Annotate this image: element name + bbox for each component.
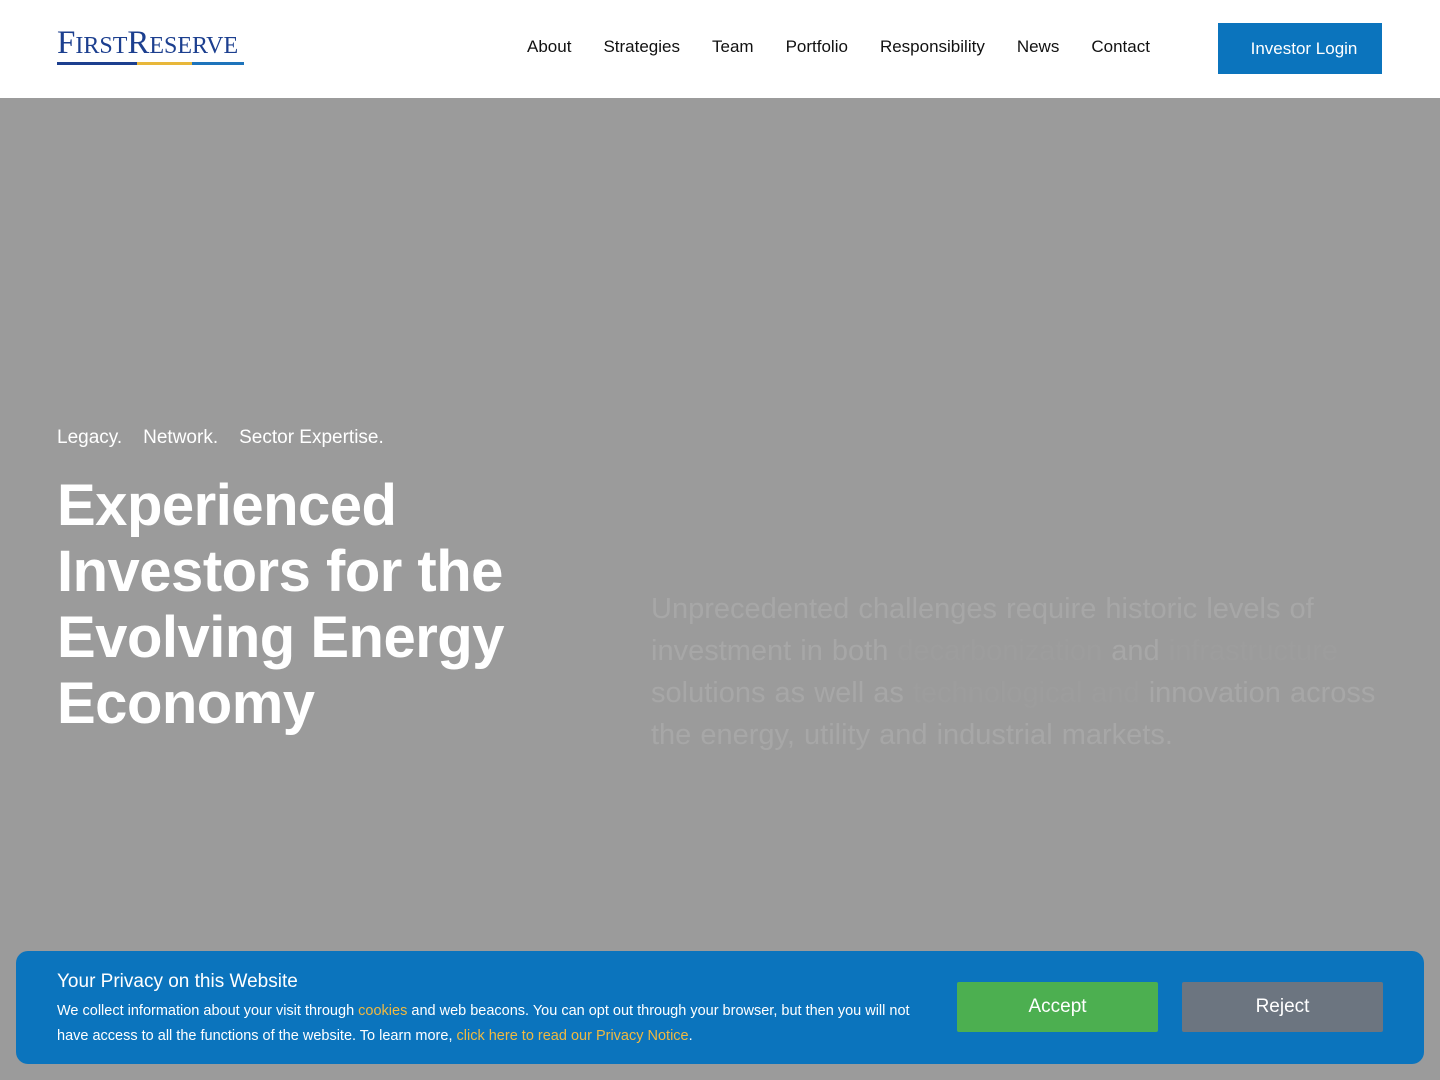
cookies-link[interactable]: cookies xyxy=(358,1003,407,1019)
site-header: FIRSTRESERVE About Strategies Team Portf… xyxy=(0,0,1440,98)
tagline-network: Network. xyxy=(143,427,219,448)
main-nav: About Strategies Team Portfolio Responsi… xyxy=(527,36,1182,60)
cookie-text: We collect information about your visit … xyxy=(57,1003,910,1044)
hero-description: Unprecedented challenges require histori… xyxy=(651,593,1376,751)
tagline-sector-expertise: Sector Expertise. xyxy=(239,427,384,448)
logo-wordmark: FIRSTRESERVE xyxy=(57,25,239,61)
first-reserve-logo[interactable]: FIRSTRESERVE xyxy=(57,25,247,70)
privacy-notice-link[interactable]: click here to read our Privacy Notice xyxy=(457,1028,689,1044)
cookie-banner: Your Privacy on this Website We collect … xyxy=(16,951,1424,1064)
hero-title: Experienced Investors for the Evolving E… xyxy=(57,473,504,736)
nav-news[interactable]: News xyxy=(1017,36,1060,60)
nav-responsibility[interactable]: Responsibility xyxy=(880,36,985,60)
cookie-title: Your Privacy on this Website xyxy=(57,971,298,992)
nav-team[interactable]: Team xyxy=(712,36,754,60)
nav-strategies[interactable]: Strategies xyxy=(603,36,680,60)
accept-button[interactable]: Accept xyxy=(957,982,1158,1032)
nav-portfolio[interactable]: Portfolio xyxy=(786,36,848,60)
nav-about[interactable]: About xyxy=(527,36,571,60)
hero-tagline: Legacy. Network. Sector Expertise. xyxy=(57,427,405,449)
logo-underline xyxy=(57,62,244,67)
tagline-legacy: Legacy. xyxy=(57,427,123,448)
reject-button[interactable]: Reject xyxy=(1182,982,1383,1032)
investor-login-button[interactable]: Investor Login xyxy=(1218,23,1382,74)
nav-contact[interactable]: Contact xyxy=(1091,36,1150,60)
